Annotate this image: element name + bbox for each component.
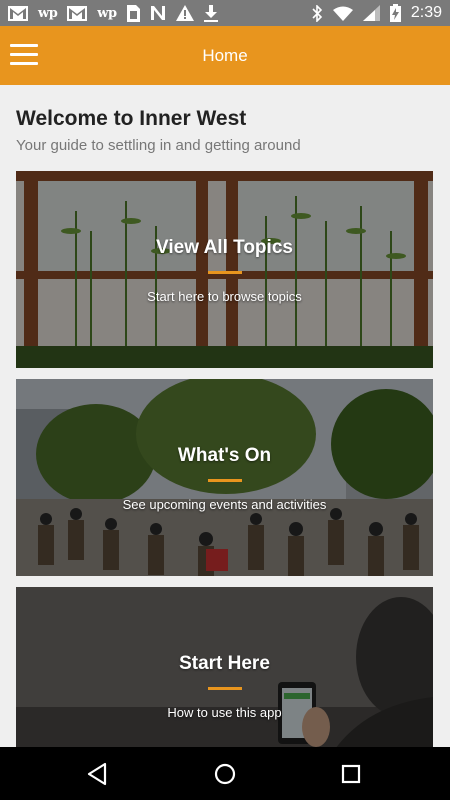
whats-on-card[interactable]: What's On See upcoming events and activi… xyxy=(16,379,433,576)
gmail-icon xyxy=(67,4,88,22)
n-icon xyxy=(150,4,166,22)
card-title: Start Here xyxy=(179,653,270,674)
battery-charging-icon xyxy=(389,4,401,22)
hamburger-menu-button[interactable] xyxy=(10,44,40,66)
status-time: 2:39 xyxy=(410,4,442,21)
bluetooth-icon xyxy=(312,4,323,22)
view-all-topics-card[interactable]: View All Topics Start here to browse top… xyxy=(16,171,433,368)
notification-icons: wp wp xyxy=(8,4,218,22)
sim-card-icon xyxy=(126,4,140,22)
recent-apps-icon xyxy=(341,764,361,784)
card-subtitle: See upcoming events and activities xyxy=(122,497,327,512)
page-title: Home xyxy=(202,45,248,65)
washington-post-icon: wp xyxy=(38,5,58,21)
warning-icon xyxy=(175,4,194,22)
welcome-subtitle: Your guide to settling in and getting ar… xyxy=(16,137,301,154)
back-button[interactable] xyxy=(85,761,111,787)
signal-icon xyxy=(362,4,380,22)
card-title: View All Topics xyxy=(156,237,293,258)
status-bar: wp wp 2:39 xyxy=(0,0,450,26)
home-icon xyxy=(214,763,236,785)
download-icon xyxy=(203,4,218,22)
home-button[interactable] xyxy=(212,761,238,787)
recent-apps-button[interactable] xyxy=(338,761,364,787)
system-nav-bar xyxy=(0,747,450,800)
wifi-icon xyxy=(332,4,353,22)
card-divider xyxy=(208,271,242,274)
card-subtitle: How to use this app xyxy=(167,705,282,720)
washington-post-icon: wp xyxy=(97,5,117,21)
start-here-card[interactable]: Start Here How to use this app xyxy=(16,587,433,747)
card-divider xyxy=(208,479,242,482)
welcome-heading: Welcome to Inner West xyxy=(16,107,247,130)
system-icons: 2:39 xyxy=(312,4,442,22)
card-divider xyxy=(208,687,242,690)
gmail-icon xyxy=(8,4,28,22)
card-title: What's On xyxy=(177,445,272,466)
back-icon xyxy=(87,762,107,786)
hamburger-icon xyxy=(10,44,38,47)
main-content[interactable]: Welcome to Inner West Your guide to sett… xyxy=(0,85,450,747)
card-subtitle: Start here to browse topics xyxy=(147,289,302,304)
app-bar: Home xyxy=(0,26,450,85)
